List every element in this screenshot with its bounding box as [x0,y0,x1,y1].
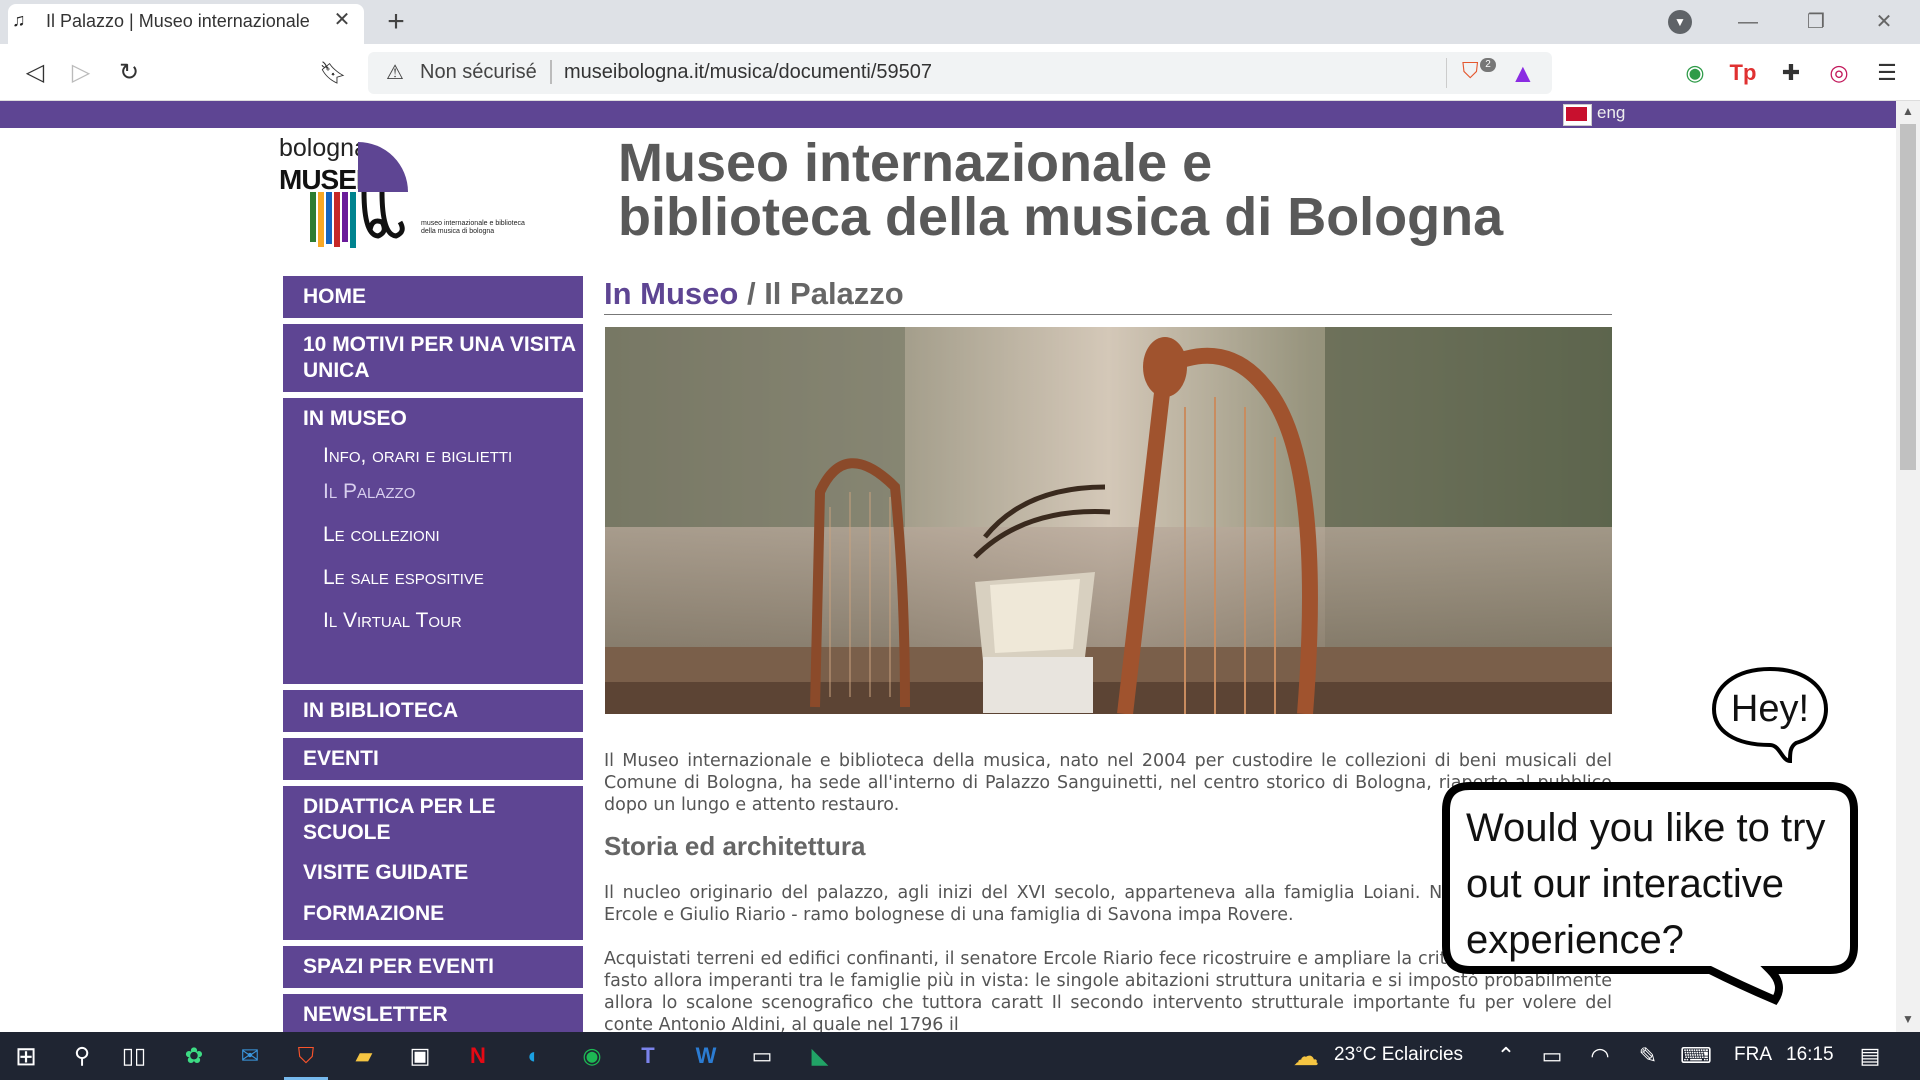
brave-browser-icon[interactable]: ⛉ [284,1038,328,1074]
windows-start-icon[interactable]: ⊞ [4,1038,48,1074]
warning-icon[interactable]: ⚠ [386,60,410,84]
bookmark-icon[interactable]: 🔖︎ [316,56,350,90]
word-icon[interactable]: W [684,1038,728,1074]
hey-text[interactable]: Hey! [1710,688,1830,738]
keyboard-icon[interactable]: ⌨ [1674,1038,1718,1074]
profile-avatar-icon[interactable]: ◎ [1822,58,1856,88]
logo-subtitle: museo internazionale e biblioteca della … [421,220,525,235]
tray-chevron-icon[interactable]: ⌃ [1484,1038,1528,1074]
tab-search-icon[interactable]: ▼ [1668,10,1692,34]
language-link[interactable]: eng [1597,103,1637,125]
weather-icon[interactable]: ☁ [1284,1038,1328,1074]
nav-biblioteca-label[interactable]: IN BIBLIOTECA [283,690,583,724]
nav-sub-palazzo[interactable]: Il Palazzo [283,478,583,506]
close-window-icon[interactable]: ✕ [1862,6,1906,38]
nav-didattica-label[interactable]: DIDATTICA PER LE SCUOLE [283,786,523,846]
nav-motivi[interactable]: 10 MOTIVI PER UNA VISITA UNICA [283,324,583,392]
tab-title: Il Palazzo | Museo internazionale [46,11,310,31]
nav-sub-tour[interactable]: Il Virtual Tour [283,607,583,635]
address-separator [550,60,552,84]
shield-count-badge: 2 [1480,58,1496,72]
nav-formazione-label[interactable]: FORMAZIONE [283,901,583,927]
back-icon[interactable]: ◁ [18,56,52,90]
nav-sub-collezioni[interactable]: Le collezioni [283,521,583,549]
nav-biblioteca[interactable]: IN BIBLIOTECA [283,690,583,732]
notifications-icon[interactable]: ▤ [1848,1038,1892,1074]
nav-eventi[interactable]: EVENTI [283,738,583,780]
nav-sub-sale[interactable]: Le sale espositive [283,564,583,592]
reload-icon[interactable]: ↻ [112,56,146,90]
insecure-label[interactable]: Non sécurisé [420,61,550,85]
scroll-down-icon[interactable]: ▼ [1899,1012,1917,1028]
breadcrumb-section[interactable]: In Museo [604,276,738,311]
battery-icon[interactable]: ▭ [1530,1038,1574,1074]
chatgpt-icon[interactable]: ✿ [172,1038,216,1074]
weather-text[interactable]: 23°C Eclaircies [1334,1044,1494,1070]
scrollbar-thumb[interactable] [1900,124,1916,470]
interactive-experience-text[interactable]: Would you like to try out our interactiv… [1466,800,1866,970]
address-divider [1446,58,1447,88]
mail-icon[interactable]: ✉ [228,1038,272,1074]
new-tab-button[interactable]: + [380,6,412,38]
nav-home-label[interactable]: HOME [283,276,583,310]
breadcrumb-divider [604,314,1612,315]
task-view-icon[interactable]: ▯▯ [112,1038,156,1074]
teams-icon[interactable]: T [626,1038,670,1074]
flag-cross [1566,107,1587,121]
wifi-icon[interactable]: ◠ [1578,1038,1622,1074]
netflix-icon[interactable]: N [456,1038,500,1074]
app-icon[interactable]: ◣ [798,1038,842,1074]
breadcrumb-current: Il Palazzo [764,276,904,311]
extension-globe-icon[interactable]: ◉ [1678,58,1712,88]
nav-spazi-label[interactable]: SPAZI PER EVENTI [283,946,583,980]
section-heading: Storia ed architettura [604,831,866,861]
scroll-up-icon[interactable]: ▲ [1899,104,1917,120]
menu-icon[interactable]: ☰ [1870,58,1904,88]
nav-spazi[interactable]: SPAZI PER EVENTI [283,946,583,988]
nav-motivi-label[interactable]: 10 MOTIVI PER UNA VISITA UNICA [283,324,583,384]
nav-eventi-label[interactable]: EVENTI [283,738,583,772]
store-icon[interactable]: ▣ [398,1038,442,1074]
edge-icon[interactable]: ◐ [512,1038,556,1074]
minimize-icon[interactable]: — [1726,6,1770,38]
nav-home[interactable]: HOME [283,276,583,318]
nav-didattica-group[interactable]: DIDATTICA PER LE SCUOLE VISITE GUIDATE F… [283,786,583,940]
nav-newsletter-label[interactable]: NEWSLETTER [283,994,583,1028]
nav-sub-info[interactable]: Info, orari e biglietti [283,442,523,470]
nav-visite-label[interactable]: VISITE GUIDATE [283,860,583,886]
forward-icon[interactable]: ▷ [64,56,98,90]
museum-favicon-icon: ♫ [12,10,26,30]
file-explorer-icon[interactable]: ▰ [342,1038,386,1074]
input-language[interactable]: FRA [1734,1044,1774,1070]
terminal-icon[interactable]: ▭ [740,1038,784,1074]
site-title-line2: biblioteca della musica di Bologna [618,187,1504,247]
breadcrumb-separator: / [738,276,765,311]
search-icon[interactable]: ⚲ [60,1038,104,1074]
spotify-icon[interactable]: ◉ [570,1038,614,1074]
logo-graphic[interactable] [308,140,428,248]
breadcrumb: In Museo / Il Palazzo [604,276,1612,314]
nav-in-museo[interactable]: IN MUSEO Info, orari e biglietti Il Pala… [283,398,583,684]
hero-harps-image [605,327,1612,714]
url-text[interactable]: museibologna.it/musica/documenti/59507 [564,61,1164,85]
nav-in-museo-label[interactable]: IN MUSEO [283,398,583,432]
extension-tp-icon[interactable]: Tp [1726,58,1760,88]
nav-newsletter[interactable]: NEWSLETTER [283,994,583,1032]
site-title: Museo internazionale e biblioteca della … [618,136,1558,246]
extensions-puzzle-icon[interactable]: ✚ [1774,58,1808,88]
close-tab-icon[interactable]: ✕ [330,8,354,32]
brave-rewards-icon[interactable]: ▲ [1510,58,1540,88]
pen-icon[interactable]: ✎ [1626,1038,1670,1074]
restore-icon[interactable]: ❐ [1794,6,1838,38]
site-title-line1: Museo internazionale e [618,133,1213,193]
clock[interactable]: 16:15 [1786,1044,1846,1070]
